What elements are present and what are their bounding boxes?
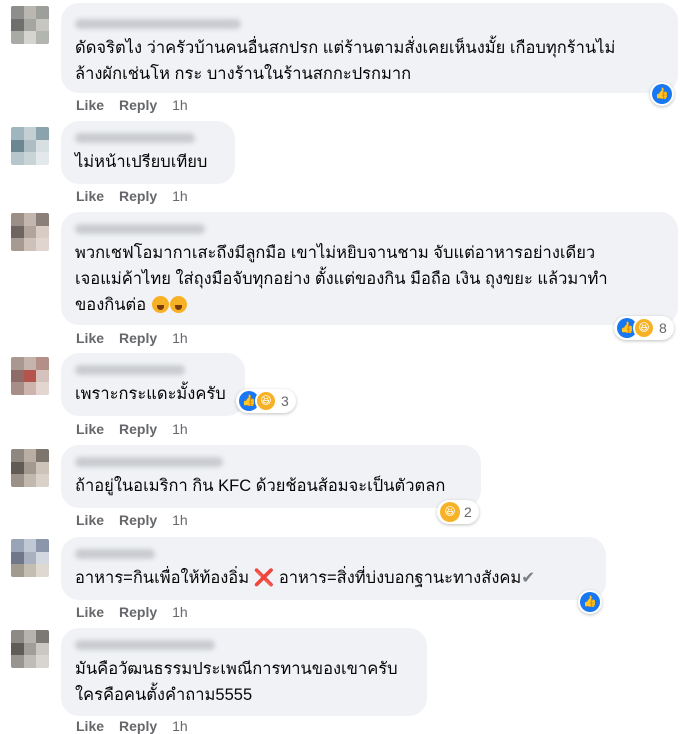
comment-bubble: ไม่หน้าเปรียบเทียบ <box>61 121 235 184</box>
author-name-blurred[interactable] <box>75 224 205 234</box>
comment-text: มันคือวัฒนธรรมประเพณีการทานของเขาครับ ใค… <box>75 660 398 704</box>
avatar[interactable] <box>11 6 49 44</box>
scream-emoji-icon <box>151 296 169 313</box>
like-button[interactable]: Like <box>76 718 104 734</box>
comment-actions: Like Reply 1h <box>76 421 203 437</box>
comment-bubble: ดัดจริตไง ว่าครัวบ้านคนอื่นสกปรก แต่ร้าน… <box>61 3 678 93</box>
comment-text: อาหาร=กินเพื่อให้ท้องอิ่ม ❌ อาหาร=สิ่งที… <box>75 565 592 591</box>
reaction-count: 8 <box>659 320 667 336</box>
reply-button[interactable]: Reply <box>119 718 157 734</box>
scream-emoji-icon <box>169 296 187 313</box>
author-name-blurred[interactable] <box>75 549 155 559</box>
author-name-blurred[interactable] <box>75 640 215 650</box>
avatar[interactable] <box>11 449 49 487</box>
comment-actions: Like Reply 1h <box>76 97 203 113</box>
comment-actions: Like Reply 1h <box>76 718 203 734</box>
haha-reaction-icon: 😆 <box>440 502 460 522</box>
comment-text: ดัดจริตไง ว่าครัวบ้านคนอื่นสกปรก แต่ร้าน… <box>75 39 616 83</box>
avatar[interactable] <box>11 539 49 577</box>
timestamp[interactable]: 1h <box>172 97 188 113</box>
comment-text: ไม่หน้าเปรียบเทียบ <box>75 153 208 171</box>
author-name-blurred[interactable] <box>75 457 223 467</box>
comment-bubble: ถ้าอยู่ในอเมริกา กิน KFC ด้วยช้อนส้อมจะเ… <box>61 445 481 508</box>
reply-button[interactable]: Reply <box>119 421 157 437</box>
reaction-summary[interactable]: 👍 😆 8 <box>614 316 674 340</box>
reaction-count: 3 <box>281 393 289 409</box>
like-button[interactable]: Like <box>76 604 104 620</box>
cross-mark-icon: ❌ <box>253 569 275 587</box>
reply-button[interactable]: Reply <box>119 97 157 113</box>
timestamp[interactable]: 1h <box>172 718 188 734</box>
reaction-summary[interactable]: 👍 <box>650 82 674 106</box>
comment-bubble: มันคือวัฒนธรรมประเพณีการทานของเขาครับ ใค… <box>61 628 427 716</box>
avatar[interactable] <box>11 630 49 668</box>
reaction-summary[interactable]: 😆 2 <box>437 500 479 524</box>
timestamp[interactable]: 1h <box>172 421 188 437</box>
like-button[interactable]: Like <box>76 188 104 204</box>
like-reaction-icon: 👍 <box>580 592 600 612</box>
avatar[interactable] <box>11 213 49 251</box>
comment-bubble: เพราะกระแดะมั้งครับ <box>61 353 245 416</box>
reply-button[interactable]: Reply <box>119 604 157 620</box>
like-button[interactable]: Like <box>76 421 104 437</box>
check-mark-icon: ✔ <box>521 569 536 587</box>
timestamp[interactable]: 1h <box>172 512 188 528</box>
comment-text-part-b: อาหาร=สิ่งที่บ่งบอกฐานะทางสังคม <box>278 569 522 587</box>
comment-text-part-a: อาหาร=กินเพื่อให้ท้องอิ่ม <box>75 569 250 587</box>
avatar[interactable] <box>11 127 49 165</box>
comment-bubble: อาหาร=กินเพื่อให้ท้องอิ่ม ❌ อาหาร=สิ่งที… <box>61 537 606 600</box>
comment-text: เพราะกระแดะมั้งครับ <box>75 385 226 403</box>
reaction-count: 2 <box>464 504 472 520</box>
reply-button[interactable]: Reply <box>119 512 157 528</box>
comment-bubble: พวกเชฟโอมากาเสะถึงมีลูกมือ เขาไม่หยิบจาน… <box>61 212 678 325</box>
like-button[interactable]: Like <box>76 512 104 528</box>
timestamp[interactable]: 1h <box>172 604 188 620</box>
haha-reaction-icon: 😆 <box>633 317 655 339</box>
like-button[interactable]: Like <box>76 97 104 113</box>
comment-text: พวกเชฟโอมากาเสะถึงมีลูกมือ เขาไม่หยิบจาน… <box>75 240 664 318</box>
author-name-blurred[interactable] <box>75 133 195 143</box>
comment-actions: Like Reply 1h <box>76 330 203 346</box>
timestamp[interactable]: 1h <box>172 330 188 346</box>
author-name-blurred[interactable] <box>75 19 241 29</box>
comment-actions: Like Reply 1h <box>76 604 203 620</box>
timestamp[interactable]: 1h <box>172 188 188 204</box>
reply-button[interactable]: Reply <box>119 330 157 346</box>
comment-text: ถ้าอยู่ในอเมริกา กิน KFC ด้วยช้อนส้อมจะเ… <box>75 477 446 495</box>
comment-actions: Like Reply 1h <box>76 512 203 528</box>
author-name-blurred[interactable] <box>75 365 185 375</box>
comment-actions: Like Reply 1h <box>76 188 203 204</box>
reaction-summary[interactable]: 👍 😆 3 <box>236 389 296 413</box>
reply-button[interactable]: Reply <box>119 188 157 204</box>
avatar[interactable] <box>11 357 49 395</box>
like-button[interactable]: Like <box>76 330 104 346</box>
reaction-summary[interactable]: 👍 <box>578 590 602 614</box>
haha-reaction-icon: 😆 <box>255 390 277 412</box>
like-reaction-icon: 👍 <box>652 84 672 104</box>
